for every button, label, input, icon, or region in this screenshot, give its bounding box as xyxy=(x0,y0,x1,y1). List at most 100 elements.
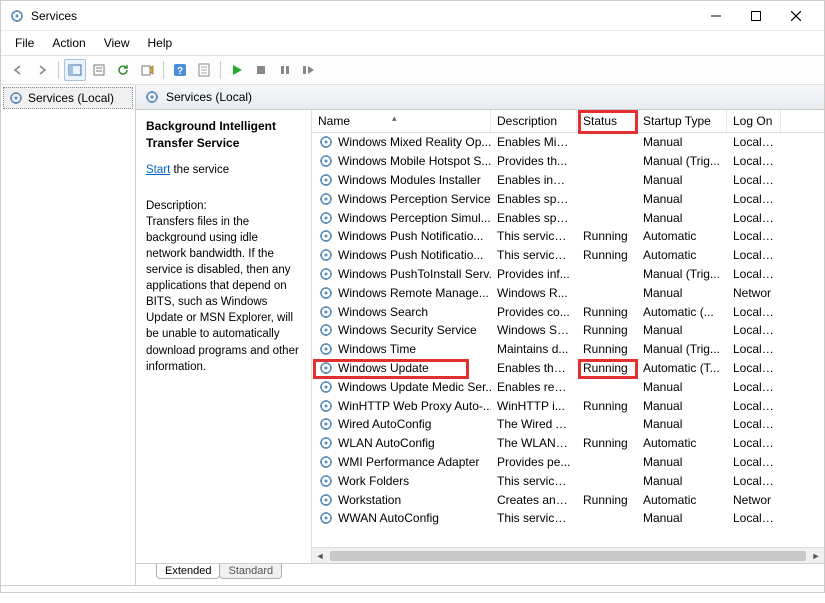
content-header: Services (Local) xyxy=(136,85,824,110)
column-name[interactable]: Name▴ xyxy=(312,110,491,132)
scroll-thumb[interactable] xyxy=(330,551,806,561)
service-name: Workstation xyxy=(338,493,401,507)
service-logon: Networ xyxy=(727,285,781,301)
service-name: Windows Push Notificatio... xyxy=(338,248,483,262)
service-logon: Local Sy xyxy=(727,416,781,432)
service-logon: Local Sy xyxy=(727,134,781,150)
service-status: Running xyxy=(577,492,637,508)
list-body[interactable]: Windows Mixed Reality Op...Enables Mix..… xyxy=(312,133,824,563)
service-row[interactable]: Windows Perception ServiceEnables spa...… xyxy=(312,189,824,208)
export-button[interactable] xyxy=(136,59,158,81)
service-row[interactable]: Windows SearchProvides co...RunningAutom… xyxy=(312,302,824,321)
service-logon: Local Se xyxy=(727,398,781,414)
service-startup-type: Manual xyxy=(637,285,727,301)
start-service-button[interactable] xyxy=(226,59,248,81)
service-startup-type: Manual (Trig... xyxy=(637,266,727,282)
properties-page-button[interactable] xyxy=(193,59,215,81)
column-description[interactable]: Description xyxy=(491,110,577,132)
services-list[interactable]: Name▴ Description Status Startup Type Lo… xyxy=(311,110,824,563)
show-hide-tree-button[interactable] xyxy=(64,59,86,81)
service-row[interactable]: Windows Update Medic Ser...Enables rem..… xyxy=(312,377,824,396)
scroll-right-icon[interactable]: ► xyxy=(808,548,824,564)
service-row[interactable]: Windows Modules InstallerEnables inst...… xyxy=(312,171,824,190)
service-row[interactable]: Work FoldersThis service ...ManualLocal … xyxy=(312,471,824,490)
service-startup-type: Manual xyxy=(637,473,727,489)
service-row[interactable]: WorkstationCreates and...RunningAutomati… xyxy=(312,490,824,509)
service-row[interactable]: WWAN AutoConfigThis service ...ManualLoc… xyxy=(312,509,824,528)
service-name: Windows Perception Simul... xyxy=(338,211,491,225)
service-status xyxy=(577,386,637,388)
service-logon: Local Sy xyxy=(727,210,781,226)
service-logon: Local Sy xyxy=(727,379,781,395)
service-logon: Local Se xyxy=(727,473,781,489)
service-row[interactable]: Windows Mixed Reality Op...Enables Mix..… xyxy=(312,133,824,152)
service-logon: Local Sy xyxy=(727,322,781,338)
svg-text:?: ? xyxy=(177,66,183,77)
sort-ascending-icon: ▴ xyxy=(392,113,397,124)
service-row[interactable]: Windows UpdateEnables the ...RunningAuto… xyxy=(312,359,824,378)
help-button[interactable]: ? xyxy=(169,59,191,81)
service-row[interactable]: WinHTTP Web Proxy Auto-...WinHTTP i...Ru… xyxy=(312,396,824,415)
back-button[interactable] xyxy=(7,59,29,81)
close-button[interactable] xyxy=(776,2,816,30)
tree-root-item[interactable]: Services (Local) xyxy=(3,87,133,109)
service-startup-type: Manual xyxy=(637,379,727,395)
service-row[interactable]: Wired AutoConfigThe Wired A...ManualLoca… xyxy=(312,415,824,434)
gear-icon xyxy=(318,341,334,357)
service-row[interactable]: Windows Mobile Hotspot S...Provides th..… xyxy=(312,152,824,171)
menu-file[interactable]: File xyxy=(7,33,42,53)
service-row[interactable]: Windows Security ServiceWindows Se...Run… xyxy=(312,321,824,340)
gear-icon xyxy=(318,153,334,169)
service-name: Windows PushToInstall Serv... xyxy=(338,267,491,281)
menu-view[interactable]: View xyxy=(96,33,138,53)
tab-extended[interactable]: Extended xyxy=(156,564,220,579)
toolbar-separator xyxy=(58,61,59,79)
service-startup-type: Automatic xyxy=(637,492,727,508)
service-row[interactable]: Windows Push Notificatio...This service … xyxy=(312,246,824,265)
content-header-label: Services (Local) xyxy=(166,90,252,104)
service-name: Windows Search xyxy=(338,305,428,319)
restart-service-button[interactable] xyxy=(298,59,320,81)
stop-service-button[interactable] xyxy=(250,59,272,81)
service-status xyxy=(577,273,637,275)
menu-help[interactable]: Help xyxy=(140,33,181,53)
gear-icon xyxy=(318,228,334,244)
forward-button[interactable] xyxy=(31,59,53,81)
service-row[interactable]: Windows Perception Simul...Enables spa..… xyxy=(312,208,824,227)
properties-button[interactable] xyxy=(88,59,110,81)
service-row[interactable]: WLAN AutoConfigThe WLANS...RunningAutoma… xyxy=(312,434,824,453)
pause-service-button[interactable] xyxy=(274,59,296,81)
service-startup-type: Manual xyxy=(637,210,727,226)
gear-icon xyxy=(318,510,334,526)
tree-pane[interactable]: Services (Local) xyxy=(1,85,136,585)
toolbar-separator xyxy=(163,61,164,79)
maximize-button[interactable] xyxy=(736,2,776,30)
service-description: Enables spa... xyxy=(491,191,577,207)
start-service-link[interactable]: Start xyxy=(146,164,170,176)
service-row[interactable]: Windows PushToInstall Serv...Provides in… xyxy=(312,265,824,284)
service-logon: Local Sy xyxy=(727,228,781,244)
service-logon: Local Sy xyxy=(727,172,781,188)
column-status[interactable]: Status xyxy=(577,110,637,132)
service-status: Running xyxy=(577,398,637,414)
column-startup-type[interactable]: Startup Type xyxy=(637,110,727,132)
refresh-button[interactable] xyxy=(112,59,134,81)
service-status: Running xyxy=(577,341,637,357)
service-row[interactable]: WMI Performance AdapterProvides pe...Man… xyxy=(312,453,824,472)
tab-standard[interactable]: Standard xyxy=(219,564,282,579)
scroll-left-icon[interactable]: ◄ xyxy=(312,548,328,564)
service-description: Enables Mix... xyxy=(491,134,577,150)
service-row[interactable]: Windows Remote Manage...Windows R...Manu… xyxy=(312,283,824,302)
horizontal-scrollbar[interactable]: ◄ ► xyxy=(312,547,824,563)
column-log-on[interactable]: Log On xyxy=(727,110,781,132)
gear-icon xyxy=(318,492,334,508)
service-name: Windows Mixed Reality Op... xyxy=(338,135,491,149)
service-status xyxy=(577,517,637,519)
service-row[interactable]: Windows TimeMaintains d...RunningManual … xyxy=(312,340,824,359)
minimize-button[interactable] xyxy=(696,2,736,30)
service-description: Windows R... xyxy=(491,285,577,301)
service-status xyxy=(577,179,637,181)
menu-action[interactable]: Action xyxy=(44,33,93,53)
service-row[interactable]: Windows Push Notificatio...This service … xyxy=(312,227,824,246)
service-startup-type: Manual (Trig... xyxy=(637,153,727,169)
